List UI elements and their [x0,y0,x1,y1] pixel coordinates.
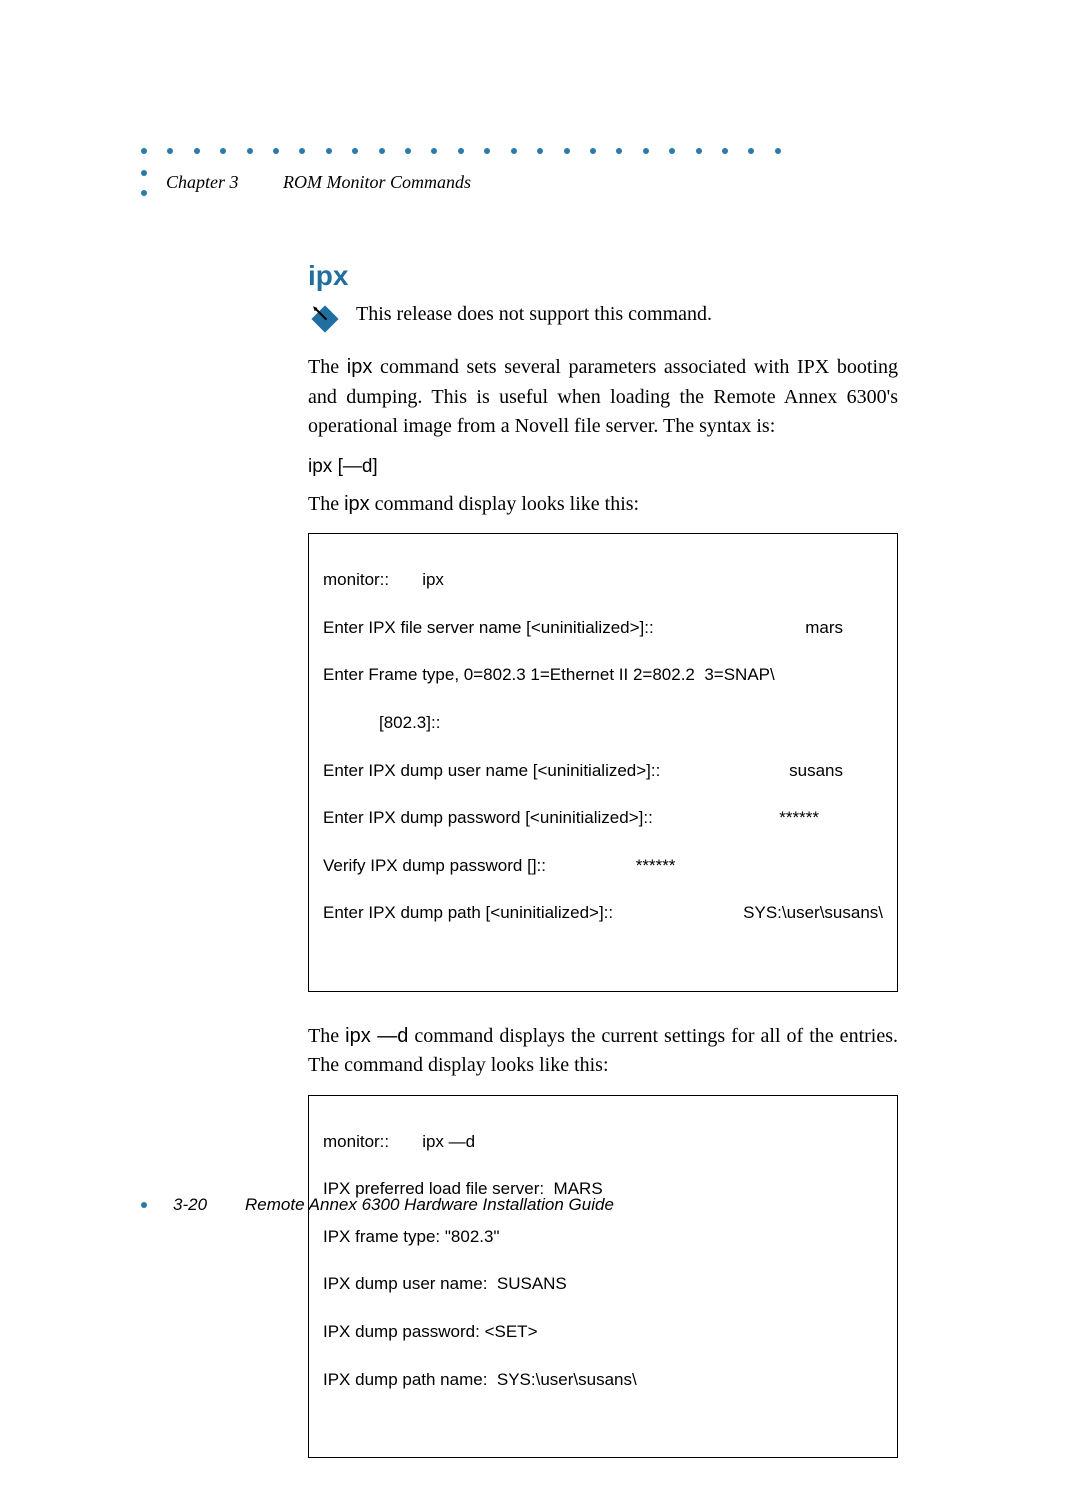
note-text: This release does not support this comma… [356,300,712,329]
code-line: IPX frame type: "802.3" [323,1225,883,1249]
paragraph-2: The ipx command display looks like this: [308,490,898,520]
code-line: monitor:: ipx —d [323,1130,883,1154]
code-line: Verify IPX dump password []:: ****** [323,854,883,878]
code-line: Enter Frame type, 0=802.3 1=Ethernet II … [323,663,883,687]
page: Chapter 3 ROM Monitor Commands ipx This … [0,0,1080,1397]
code-line: monitor:: ipx [323,568,883,592]
code-line: Enter IPX dump user name [<uninitialized… [323,759,863,783]
code-line: IPX dump user name: SUSANS [323,1272,883,1296]
decorative-dot-row [141,148,781,154]
syntax-line: ipx [—d] [308,456,898,478]
code-block-ipx: monitor:: ipx Enter IPX file server name… [308,533,898,991]
code-line: [802.3]:: [323,711,883,735]
inline-command: ipx —d [345,1025,408,1047]
code-line: IPX dump password: <SET> [323,1320,883,1344]
code-line: Enter IPX dump password [<uninitialized>… [323,806,863,830]
page-number: 3-20 [173,1195,207,1215]
code-line: IPX dump path name: SYS:\user\susans\ [323,1368,883,1392]
pencil-note-icon [308,300,342,341]
paragraph-3: The ipx —d command displays the current … [308,1022,898,1081]
section-heading: ipx [308,260,898,292]
code-line: Enter IPX file server name [<uninitializ… [323,616,863,640]
decorative-dot-column [141,170,147,196]
page-footer: 3-20 Remote Annex 6300 Hardware Installa… [141,1195,614,1215]
code-block-ipx-d: monitor:: ipx —d IPX preferred load file… [308,1095,898,1458]
running-header: Chapter 3 ROM Monitor Commands [166,172,471,193]
inline-command: ipx [344,493,370,515]
footer-dot-icon [141,1202,147,1208]
chapter-label: Chapter 3 [166,172,239,192]
chapter-title: ROM Monitor Commands [283,172,471,192]
paragraph-1: The ipx command sets several parameters … [308,353,898,442]
inline-command: ipx [347,356,373,378]
content-area: ipx This release does not support this c… [308,260,898,1488]
guide-title: Remote Annex 6300 Hardware Installation … [245,1195,614,1215]
note-callout: This release does not support this comma… [308,300,898,341]
code-line: Enter IPX dump path [<uninitialized>]::S… [323,901,883,925]
